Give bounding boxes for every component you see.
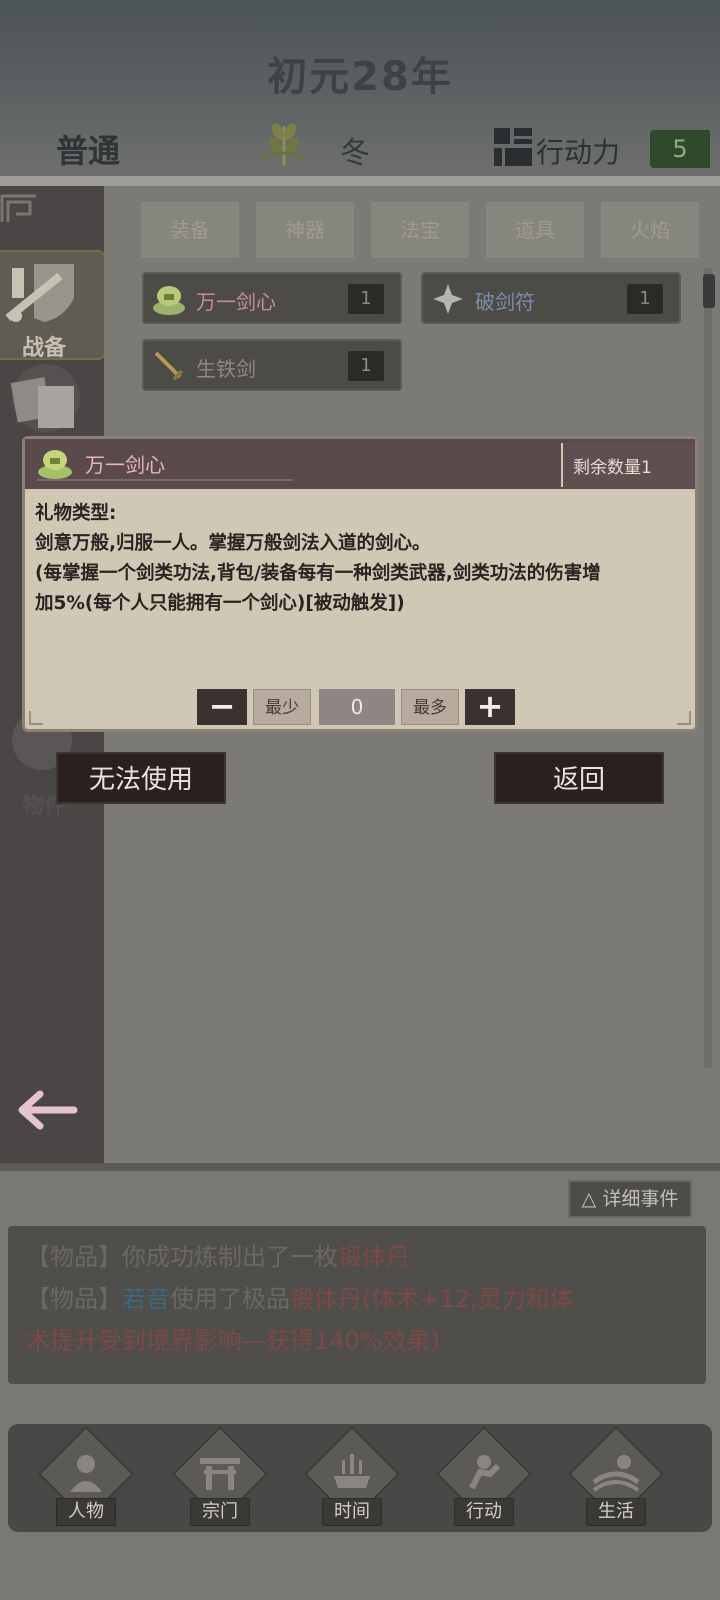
scrollbar-thumb[interactable]: [703, 274, 715, 308]
item-detail-popup: 万一剑心 剩余数量1 礼物类型: 剑意万般,归服一人。掌握万般剑法入道的剑心。 …: [22, 436, 698, 732]
talisman-star-icon: [433, 284, 463, 314]
popup-header-divider: [37, 479, 293, 481]
use-button[interactable]: 无法使用: [56, 752, 226, 804]
bottom-divider: [0, 1163, 720, 1171]
log-line: 【物品】若音使用了极品锻体丹(体术+12,灵力和体: [26, 1285, 574, 1313]
item-name: 万一剑心: [196, 290, 276, 314]
nav-label: 时间: [322, 1498, 382, 1526]
tab-treasure[interactable]: 法宝: [371, 202, 469, 258]
rail-cards-icon[interactable]: [10, 364, 82, 432]
item-count: 1: [627, 284, 663, 314]
quantity-field[interactable]: 0: [319, 689, 395, 725]
action-icon: [469, 1455, 501, 1490]
tab-flame[interactable]: 火焰: [601, 202, 699, 258]
gift-type-line: 礼物类型:: [35, 503, 117, 524]
tab-props[interactable]: 道具: [486, 202, 584, 258]
nav-sect[interactable]: 宗门: [170, 1425, 270, 1536]
item-slot[interactable]: 生铁剑 1: [142, 339, 402, 391]
decrease-button[interactable]: −: [197, 689, 247, 725]
nav-label: 人物: [56, 1498, 116, 1526]
nav-life[interactable]: 生活: [566, 1425, 666, 1536]
sect-gate-icon: [200, 1458, 240, 1490]
max-button[interactable]: 最多: [401, 689, 459, 725]
effect-line: 加5%(每个人只能拥有一个剑心)[被动触发]): [35, 593, 405, 614]
log-line: 术提升受到境界影响—获得140%效果): [26, 1327, 440, 1355]
item-name: 破剑符: [475, 290, 535, 314]
tab-artifact[interactable]: 神器: [256, 202, 354, 258]
back-arrow-icon[interactable]: [16, 1088, 78, 1132]
year-title: 初元28年: [267, 54, 453, 100]
increase-button[interactable]: +: [465, 689, 515, 725]
person-icon: [70, 1455, 102, 1492]
action-point-icon: [494, 128, 532, 166]
action-point-value: 5: [650, 130, 710, 168]
nav-action[interactable]: 行动: [434, 1425, 534, 1536]
effect-line: (每掌握一个剑类功法,背包/装备每有一种剑类武器,剑类功法的伤害增: [35, 563, 601, 584]
nav-character[interactable]: 人物: [36, 1425, 136, 1536]
item-count: 1: [348, 284, 384, 314]
item-name: 生铁剑: [196, 357, 256, 381]
difficulty-mode: 普通: [56, 132, 121, 170]
corner-ornament: [677, 711, 691, 725]
item-slot[interactable]: 破剑符 1: [421, 272, 681, 324]
life-icon: [592, 1455, 640, 1492]
scrollbar-track[interactable]: [704, 268, 712, 1068]
item-slot[interactable]: 万一剑心 1: [142, 272, 402, 324]
log-line: 【物品】你成功炼制出了一枚锻体丹: [26, 1243, 410, 1271]
season-label: 冬: [340, 136, 370, 171]
sword-heart-icon: [153, 286, 185, 315]
detail-events-button[interactable]: △ 详细事件: [568, 1180, 692, 1218]
corner-ornament: [29, 711, 43, 725]
return-button[interactable]: 返回: [494, 752, 664, 804]
nav-label: 行动: [454, 1498, 514, 1526]
equipment-sword-shield-icon: [5, 264, 74, 322]
sword-heart-icon: [38, 450, 72, 479]
incense-icon: [334, 1454, 370, 1488]
description-line: 剑意万般,归服一人。掌握万般剑法入道的剑心。: [35, 533, 431, 554]
header-divider: [0, 176, 720, 186]
nav-time[interactable]: 时间: [302, 1425, 402, 1536]
remaining-count: 剩余数量1: [573, 458, 652, 478]
action-point-label: 行动力: [536, 136, 621, 169]
rail-tab-equipment-label: 战备: [22, 336, 67, 361]
item-description: 礼物类型: 剑意万般,归服一人。掌握万般剑法入道的剑心。 (每掌握一个剑类功法,…: [35, 499, 687, 619]
iron-sword-icon: [154, 351, 184, 381]
item-count: 1: [348, 351, 384, 381]
wheat-icon: [261, 123, 307, 166]
menu-ornament-icon: [0, 194, 36, 222]
event-log: 【物品】你成功炼制出了一枚锻体丹 【物品】若音使用了极品锻体丹(体术+12,灵力…: [8, 1226, 706, 1384]
nav-label: 生活: [586, 1498, 646, 1526]
nav-label: 宗门: [190, 1498, 250, 1526]
tab-equipment[interactable]: 装备: [141, 202, 239, 258]
min-button[interactable]: 最少: [253, 689, 311, 725]
popup-item-title: 万一剑心: [85, 453, 165, 477]
